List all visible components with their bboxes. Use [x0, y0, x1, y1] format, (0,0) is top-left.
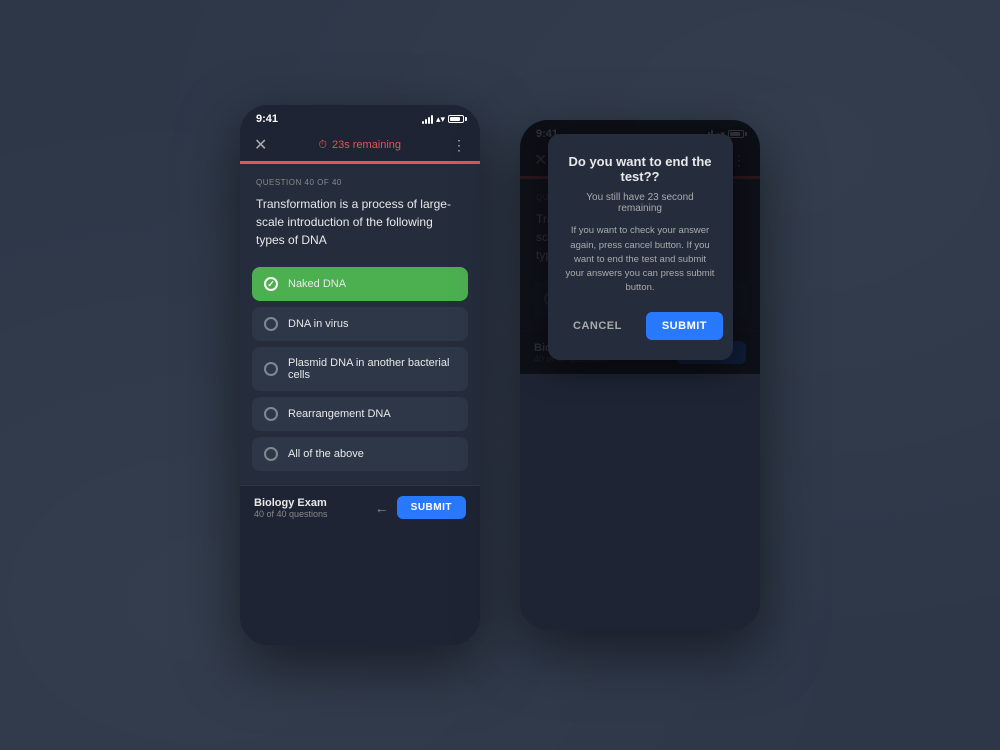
options-area-left: Naked DNA DNA in virus Plasmid DNA in an…	[240, 259, 480, 485]
radio-c-left	[264, 362, 278, 376]
signal-icon	[422, 115, 433, 124]
timer-section-left: ⏱ 23s remaining	[318, 139, 401, 152]
question-label-left: QUESTION 40 OF 40	[256, 178, 464, 187]
more-button-left[interactable]: ⋮	[452, 137, 466, 154]
right-phone-inner: 9:41 ▴▾ ✕ ⏱ 23s remaining	[520, 120, 760, 374]
modal-title: Do you want to end the test??	[564, 154, 717, 184]
question-area-left: QUESTION 40 OF 40 Transformation is a pr…	[240, 164, 480, 259]
status-bar-left: 9:41 ▴▾	[240, 105, 480, 129]
option-e-left[interactable]: All of the above	[252, 437, 468, 471]
exam-title-left: Biology Exam	[254, 497, 328, 509]
option-c-left[interactable]: Plasmid DNA in another bacterial cells	[252, 347, 468, 391]
exam-count-left: 40 of 40 questions	[254, 509, 328, 519]
modal-overlay: Do you want to end the test?? You still …	[520, 120, 760, 374]
submit-button-left[interactable]: SUBMIT	[397, 496, 466, 519]
modal-submit-button[interactable]: SUBMIT	[646, 312, 723, 340]
radio-d-left	[264, 407, 278, 421]
radio-e-left	[264, 447, 278, 461]
option-a-left[interactable]: Naked DNA	[252, 267, 468, 301]
nav-buttons-left: ← SUBMIT	[375, 496, 466, 519]
radio-a-left	[264, 277, 278, 291]
radio-b-left	[264, 317, 278, 331]
option-text-e-left: All of the above	[288, 448, 364, 460]
battery-icon	[448, 115, 464, 123]
right-phone: 9:41 ▴▾ ✕ ⏱ 23s remaining	[520, 120, 760, 630]
option-text-a-left: Naked DNA	[288, 278, 346, 290]
modal-body: If you want to check your answer again, …	[564, 224, 717, 295]
option-text-b-left: DNA in virus	[288, 318, 349, 330]
modal-actions: CANCEL SUBMIT	[564, 312, 717, 340]
status-icons-left: ▴▾	[422, 114, 464, 125]
left-phone: 9:41 ▴▾ ✕ ⏱ 23s remaining ⋮ QUESTION 40 …	[240, 105, 480, 645]
exam-info-left: Biology Exam 40 of 40 questions	[254, 497, 328, 519]
close-button-left[interactable]: ✕	[254, 135, 267, 155]
option-b-left[interactable]: DNA in virus	[252, 307, 468, 341]
cancel-button[interactable]: CANCEL	[557, 312, 638, 340]
option-text-d-left: Rearrangement DNA	[288, 408, 391, 420]
modal-dialog: Do you want to end the test?? You still …	[548, 134, 733, 359]
timer-text-left: 23s remaining	[332, 139, 401, 151]
option-text-c-left: Plasmid DNA in another bacterial cells	[288, 357, 456, 381]
top-bar-left: ✕ ⏱ 23s remaining ⋮	[240, 129, 480, 161]
bottom-bar-left: Biology Exam 40 of 40 questions ← SUBMIT	[240, 485, 480, 529]
timer-icon-left: ⏱	[318, 139, 327, 152]
option-d-left[interactable]: Rearrangement DNA	[252, 397, 468, 431]
question-text-left: Transformation is a process of large-sca…	[256, 195, 464, 249]
modal-subtitle: You still have 23 second remaining	[564, 192, 717, 214]
back-button-left[interactable]: ←	[375, 500, 389, 516]
wifi-icon: ▴▾	[436, 114, 445, 125]
time-left: 9:41	[256, 113, 278, 125]
